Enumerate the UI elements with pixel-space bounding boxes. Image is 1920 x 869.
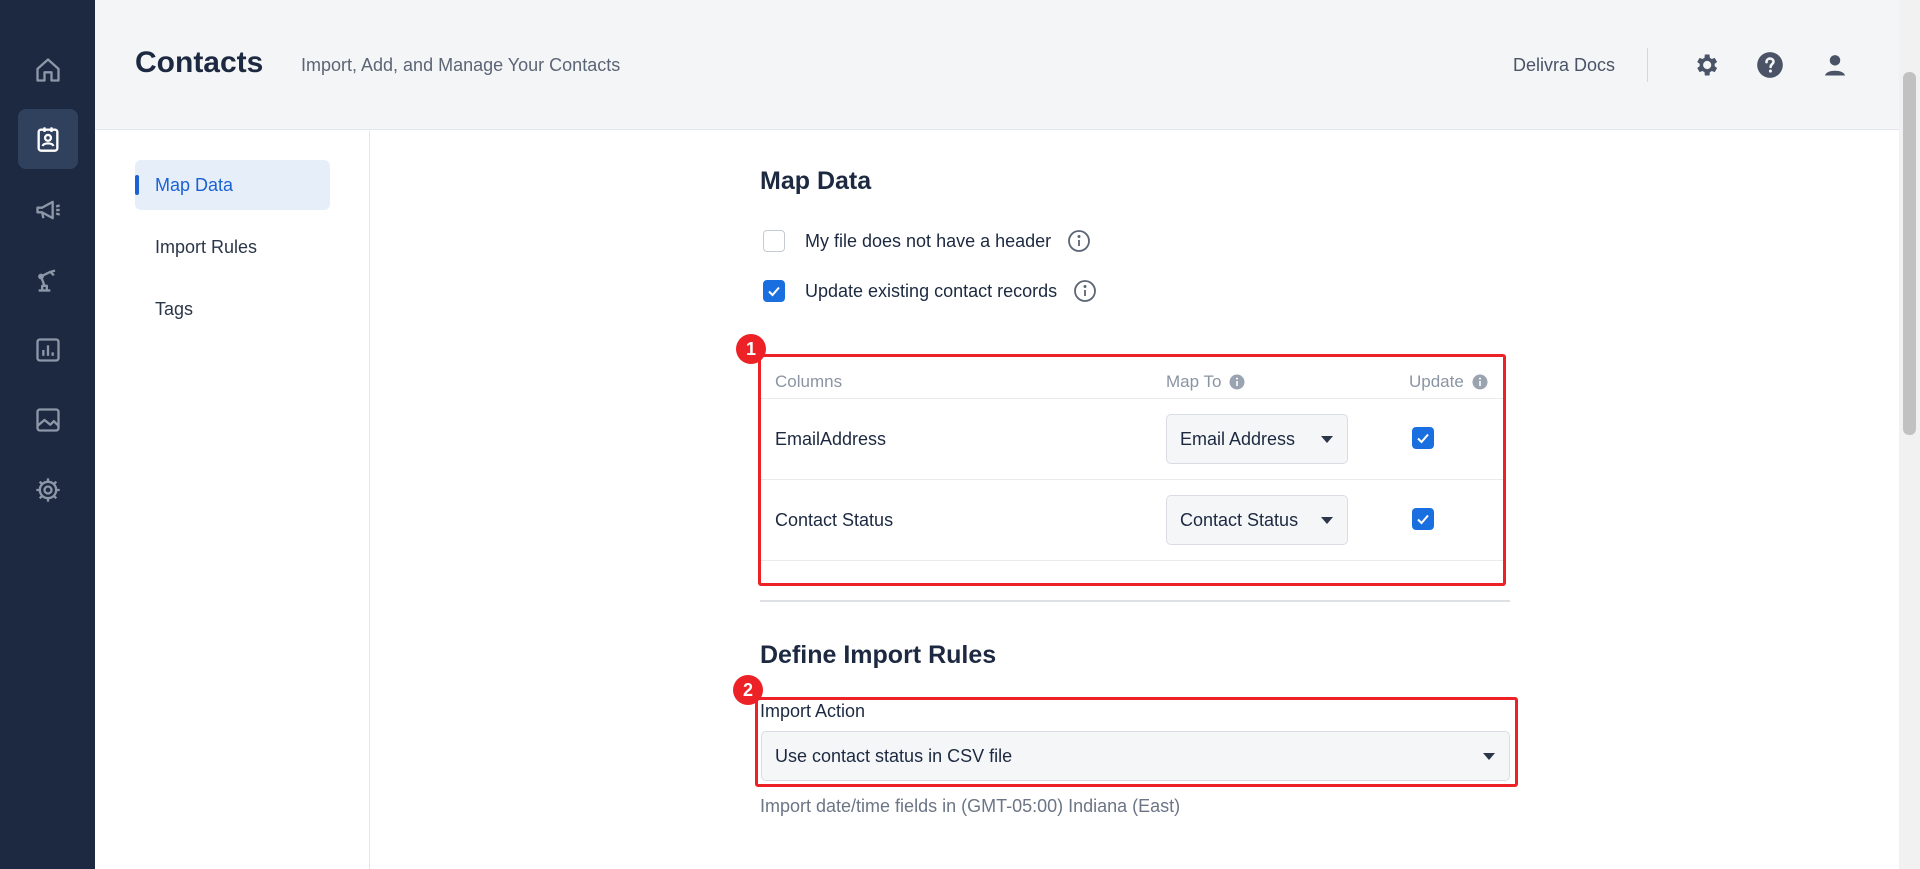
checkmark-icon (1417, 514, 1429, 525)
map-data-heading: Map Data (760, 167, 872, 195)
robot-arm-icon (38, 269, 56, 292)
gear-icon (36, 478, 60, 502)
row-divider (761, 560, 1503, 561)
row-divider (761, 398, 1503, 399)
info-icon[interactable] (1073, 279, 1097, 303)
scrollbar-thumb[interactable] (1903, 72, 1916, 435)
rail-item-campaigns[interactable] (18, 180, 78, 240)
row-divider (761, 479, 1503, 480)
update-existing-checkbox[interactable] (763, 280, 785, 302)
page-subtitle: Import, Add, and Manage Your Contacts (301, 55, 621, 75)
info-icon[interactable] (1229, 374, 1245, 390)
import-action-label: Import Action (760, 701, 866, 721)
rail-item-automation[interactable] (18, 250, 78, 310)
header-help-button[interactable] (1755, 50, 1785, 80)
import-action-select[interactable]: Use contact status in CSV file (761, 731, 1510, 781)
image-icon (36, 408, 60, 432)
page-header: Contacts Import, Add, and Manage Your Co… (95, 0, 1899, 130)
megaphone-icon (36, 200, 61, 220)
info-icon[interactable] (1067, 229, 1091, 253)
rail-item-contacts[interactable] (18, 109, 78, 169)
timezone-note: Import date/time fields in (GMT-05:00) I… (760, 796, 1181, 816)
info-icon[interactable] (1472, 374, 1488, 390)
bar-chart-icon (36, 338, 60, 362)
update-existing-label: Update existing contact records (805, 280, 1058, 301)
user-icon (1825, 55, 1845, 76)
column-header-columns: Columns (775, 372, 843, 391)
contact-card-icon (37, 127, 59, 152)
subnav-item-tags[interactable]: Tags (135, 284, 330, 334)
rail-item-settings[interactable] (18, 460, 78, 520)
caret-down-icon (1483, 753, 1495, 760)
no-header-checkbox[interactable] (763, 230, 785, 252)
column-header-map-to: Map To (1166, 372, 1245, 392)
import-rules-heading: Define Import Rules (760, 641, 997, 669)
help-icon (1757, 52, 1783, 78)
gear-icon (1697, 54, 1718, 76)
header-account-button[interactable] (1820, 50, 1850, 80)
update-field-checkbox[interactable] (1412, 427, 1434, 449)
map-to-select[interactable]: Email Address (1166, 414, 1348, 464)
rail-item-home[interactable] (18, 40, 78, 100)
mapped-column-name: Contact Status (775, 510, 894, 530)
page-title: Contacts (135, 46, 264, 79)
checkmark-icon (768, 286, 780, 297)
import-steps-nav: Map Data Import Rules Tags (95, 131, 370, 869)
mapped-column-name: EmailAddress (775, 429, 887, 449)
update-field-checkbox[interactable] (1412, 508, 1434, 530)
header-settings-button[interactable] (1691, 50, 1721, 80)
column-mapping-table: Columns Map To Update EmailAddress Email… (758, 354, 1506, 586)
caret-down-icon (1321, 517, 1333, 524)
docs-link[interactable]: Delivra Docs (1513, 55, 1615, 76)
update-existing-option: Update existing contact records (763, 279, 1097, 303)
left-nav-rail (0, 0, 95, 869)
section-divider (760, 600, 1510, 602)
subnav-item-map-data[interactable]: Map Data (135, 160, 330, 210)
no-header-option: My file does not have a header (763, 229, 1091, 253)
home-icon (36, 58, 60, 82)
checkmark-icon (1417, 433, 1429, 444)
header-divider (1647, 48, 1648, 82)
column-header-update: Update (1409, 372, 1488, 392)
caret-down-icon (1321, 436, 1333, 443)
no-header-label: My file does not have a header (805, 230, 1052, 251)
rail-item-media[interactable] (18, 390, 78, 450)
map-to-select[interactable]: Contact Status (1166, 495, 1348, 545)
scrollbar[interactable] (1899, 0, 1920, 869)
subnav-item-import-rules[interactable]: Import Rules (135, 222, 330, 272)
rail-item-reports[interactable] (18, 320, 78, 380)
